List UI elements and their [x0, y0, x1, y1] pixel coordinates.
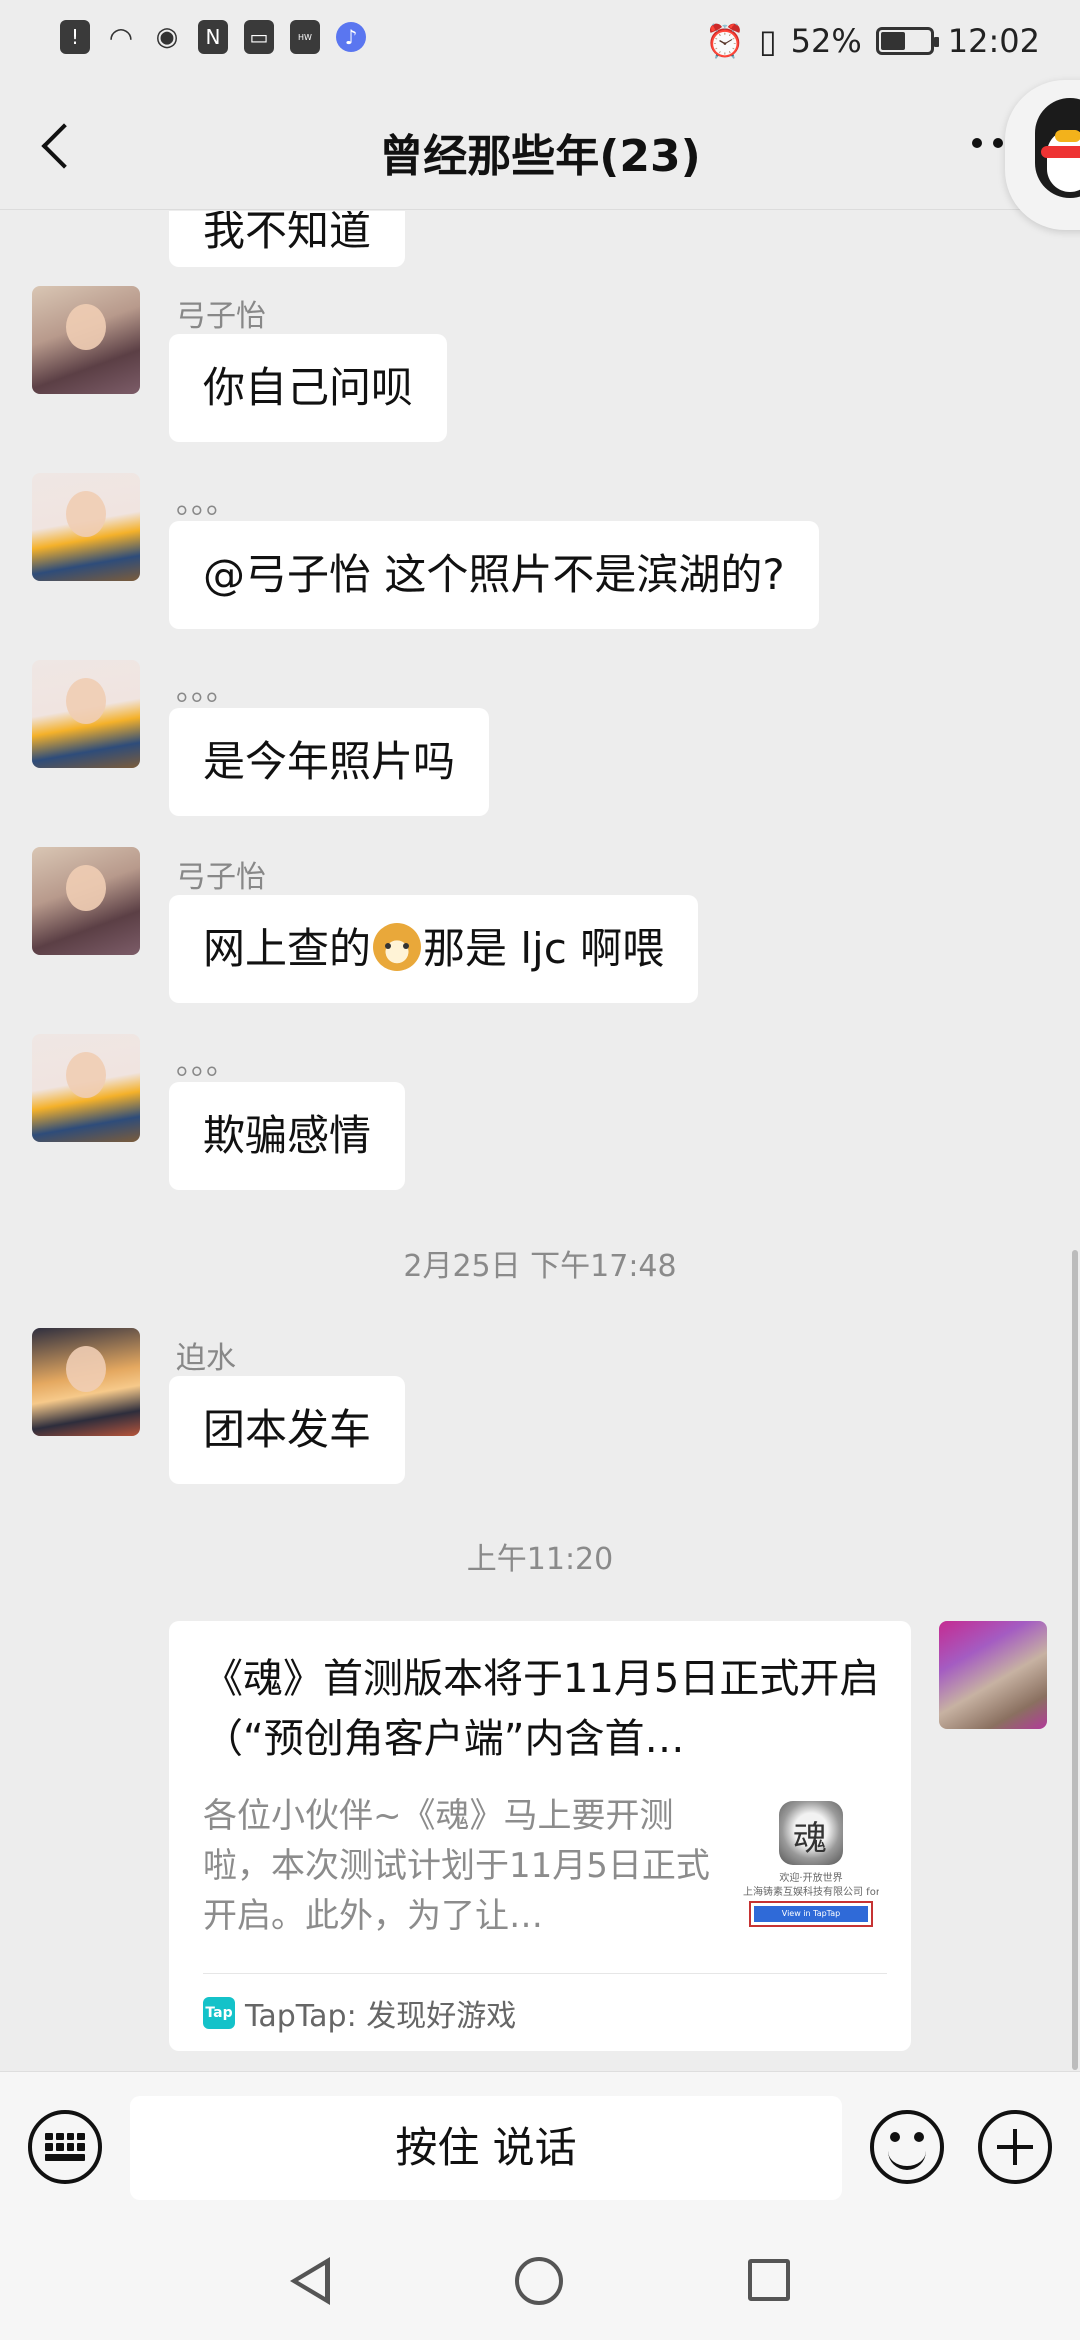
- sender-name: 弓子怡: [176, 860, 266, 895]
- share-card-thumbnail: 欢迎·开放世界 上海铸素互娱科技有限公司 for iOS View in Tap…: [739, 1801, 883, 1931]
- message-bubble[interactable]: 你自己问呗: [169, 334, 448, 442]
- battery-icon: [875, 27, 939, 55]
- nav-recents-icon[interactable]: [748, 2259, 790, 2301]
- sender-name: 迫水: [176, 1341, 236, 1376]
- alarm-icon: ⏰: [705, 22, 746, 60]
- status-bar: ! ◠ ◉ N ▭ HW ♪ ⏰ ▯ 52% 12:02: [0, 0, 1080, 84]
- more-actions-plus-button[interactable]: [978, 2110, 1052, 2184]
- tv-icon: ▭: [244, 20, 274, 54]
- battery-percent: 52%: [790, 22, 862, 60]
- message-text: 网上查的: [203, 924, 372, 973]
- timestamp: 2月25日 下午17:48: [403, 1249, 677, 1284]
- share-card[interactable]: 《魂》首测版本将于11月5日正式开启（“预创角客户端”内含首… 各位小伙伴~《魂…: [169, 1621, 911, 2051]
- thumb-view-button: View in TapTap: [749, 1901, 873, 1927]
- avatar[interactable]: [32, 286, 140, 394]
- avatar[interactable]: [32, 847, 140, 955]
- battery-fill: [880, 32, 905, 50]
- avatar[interactable]: [32, 473, 140, 581]
- hold-to-talk-button[interactable]: 按住 说话: [130, 2096, 842, 2200]
- timestamp: 上午11:20: [466, 1542, 614, 1577]
- avatar[interactable]: [32, 660, 140, 768]
- emoji-button[interactable]: [870, 2110, 944, 2184]
- sender-name: 弓子怡: [176, 299, 266, 334]
- keyboard-toggle-button[interactable]: [28, 2110, 102, 2184]
- message-bubble[interactable]: 网上查的 那是 ljc 啊喂: [169, 895, 699, 1003]
- nav-back-icon[interactable]: [290, 2257, 330, 2305]
- my-avatar[interactable]: [939, 1621, 1047, 1729]
- keyboard-icon: [45, 2133, 85, 2161]
- doge-emoji-icon: [373, 923, 422, 971]
- message-bubble[interactable]: 是今年照片吗: [169, 708, 490, 816]
- thumb-caption: 欢迎·开放世界: [779, 1873, 843, 1884]
- share-card-title: 《魂》首测版本将于11月5日正式开启（“预创角客户端”内含首…: [203, 1656, 880, 1762]
- notification-icon: !: [60, 20, 90, 54]
- message-bubble[interactable]: 欺骗感情: [169, 1082, 406, 1190]
- message-bubble[interactable]: @弓子怡 这个照片不是滨湖的?: [169, 521, 819, 629]
- eye-icon: ◉: [155, 22, 179, 52]
- avatar[interactable]: [32, 1328, 140, 1436]
- status-left-icons: ! ◠ ◉ N ▭ HW ♪: [60, 20, 366, 54]
- music-icon: ♪: [336, 22, 366, 52]
- source-label: TapTap: 发现好游戏: [245, 1999, 517, 2034]
- input-bar: 按住 说话: [0, 2071, 1080, 2221]
- sender-name: 。。。: [176, 1047, 236, 1082]
- share-card-source: Tap TapTap: 发现好游戏: [203, 1983, 516, 2043]
- nfc-icon: N: [198, 20, 228, 54]
- taptap-icon: Tap: [203, 1997, 235, 2029]
- message-text: 那是 ljc 啊喂: [423, 924, 665, 973]
- chat-message-list[interactable]: 我不知道 弓子怡 你自己问呗 。。。 @弓子怡 这个照片不是滨湖的? 。。。 是…: [0, 211, 1080, 2071]
- system-navigation-bar: [0, 2221, 1080, 2340]
- thumb-publisher: 上海铸素互娱科技有限公司 for iOS: [743, 1887, 879, 1898]
- chat-title: 曾经那些年(23): [379, 131, 701, 182]
- share-card-description: 各位小伙伴~《魂》马上要开测啦，本次测试计划于11月5日正式开启。此外，为了让…: [203, 1796, 710, 1936]
- status-right: ⏰ ▯ 52% 12:02: [705, 22, 1040, 60]
- scrollbar[interactable]: [1072, 1250, 1078, 2070]
- title-bar: 曾经那些年(23): [0, 84, 1080, 210]
- vibrate-icon: ▯: [759, 22, 777, 60]
- avatar[interactable]: [32, 1034, 140, 1142]
- message-bubble-partial[interactable]: 我不知道: [169, 211, 406, 267]
- clock: 12:02: [947, 22, 1040, 60]
- sender-name: 。。。: [176, 486, 236, 521]
- message-bubble[interactable]: 团本发车: [169, 1376, 406, 1484]
- sender-name: 。。。: [176, 673, 236, 708]
- card-divider: [203, 1973, 887, 1974]
- huawei-icon: HW: [290, 20, 320, 54]
- nav-home-icon[interactable]: [515, 2257, 563, 2305]
- wifi-icon: ◠: [108, 20, 134, 54]
- game-logo-icon: [779, 1801, 843, 1865]
